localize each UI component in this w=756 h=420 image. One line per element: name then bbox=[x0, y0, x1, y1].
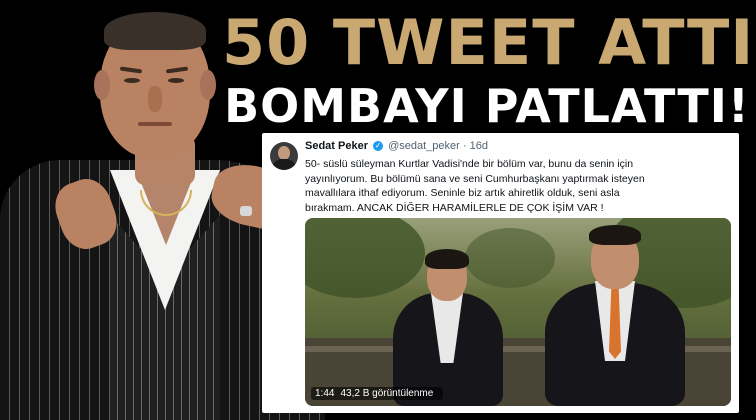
video-person-left bbox=[393, 249, 503, 406]
tweet-text: 50- süslü süleyman Kurtlar Vadisi'nde bi… bbox=[305, 158, 645, 214]
video-views: 43,2 B görüntülenme bbox=[340, 388, 434, 399]
tweet-handle[interactable]: @sedat_peker bbox=[388, 140, 460, 152]
video-person-right bbox=[545, 223, 685, 406]
video-overlay: 1:44 43,2 B görüntülenme bbox=[311, 387, 444, 400]
tweet-time[interactable]: 16d bbox=[470, 140, 488, 152]
headline-line1: 50 TWEET ATTI bbox=[222, 6, 755, 79]
ring bbox=[240, 206, 252, 216]
avatar[interactable] bbox=[270, 142, 298, 170]
video-duration: 1:44 bbox=[315, 388, 335, 399]
headline-line2: BOMBAYI PATLATTI! bbox=[224, 79, 750, 133]
verified-badge-icon: ✓ bbox=[373, 141, 384, 152]
tweet-card: Sedat Peker ✓ @sedat_peker · 16d 50- süs… bbox=[262, 133, 739, 413]
tweet-author-name[interactable]: Sedat Peker bbox=[305, 140, 368, 152]
tweet-header: Sedat Peker ✓ @sedat_peker · 16d bbox=[305, 140, 488, 152]
news-thumbnail: 50 TWEET ATTI BOMBAYI PATLATTI! Sedat Pe… bbox=[0, 0, 756, 420]
tweet-video[interactable]: 1:44 43,2 B görüntülenme bbox=[305, 218, 731, 406]
